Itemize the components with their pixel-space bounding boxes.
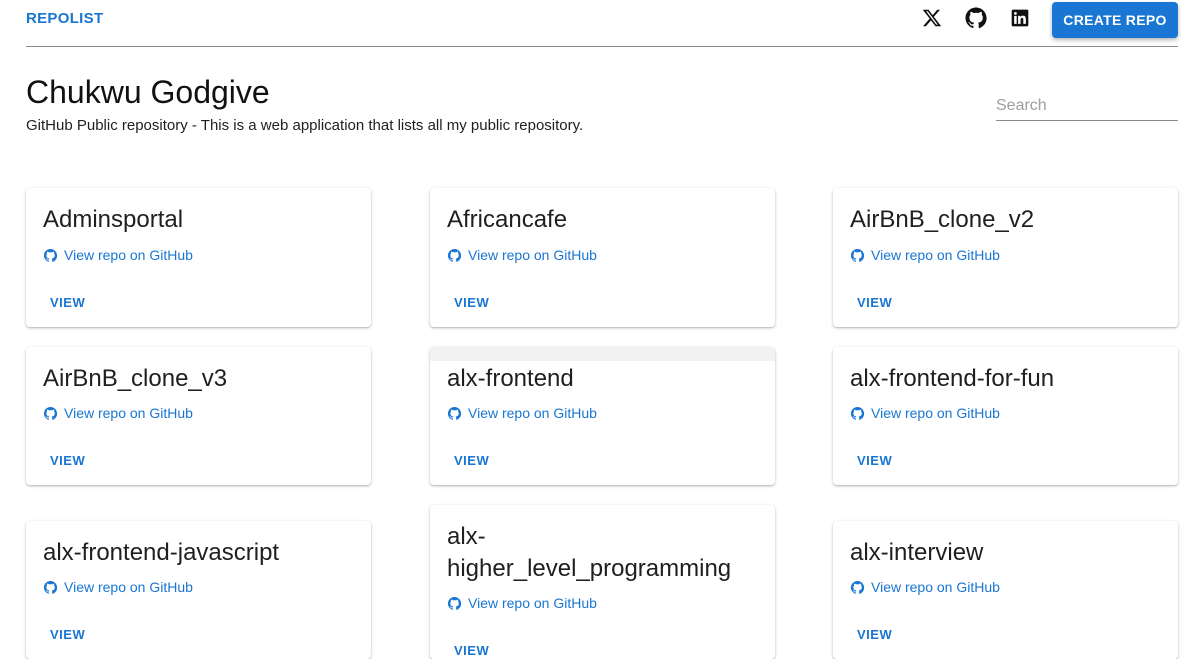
repo-card: alx-frontend View repo on GitHub VIEW bbox=[430, 347, 775, 485]
view-on-github-link[interactable]: View repo on GitHub bbox=[850, 579, 1000, 595]
search-input[interactable] bbox=[996, 94, 1178, 118]
repo-card: alx-frontend-for-fun View repo on GitHub… bbox=[833, 347, 1178, 485]
github-icon bbox=[43, 248, 58, 263]
github-icon bbox=[43, 580, 58, 595]
view-button[interactable]: VIEW bbox=[454, 643, 489, 658]
github-link-label: View repo on GitHub bbox=[871, 579, 1000, 595]
view-on-github-link[interactable]: View repo on GitHub bbox=[447, 405, 597, 421]
view-button[interactable]: VIEW bbox=[857, 627, 892, 642]
github-link-label: View repo on GitHub bbox=[871, 247, 1000, 263]
github-icon[interactable] bbox=[964, 6, 988, 30]
repo-title: alx-interview bbox=[850, 539, 984, 566]
view-button[interactable]: VIEW bbox=[50, 295, 85, 310]
repo-title: alx-frontend-for-fun bbox=[850, 365, 1055, 392]
view-on-github-link[interactable]: View repo on GitHub bbox=[43, 579, 193, 595]
repo-title: Adminsportal bbox=[43, 206, 184, 233]
repo-card: AirBnB_clone_v3 View repo on GitHub VIEW bbox=[26, 347, 371, 485]
github-link-label: View repo on GitHub bbox=[468, 595, 597, 611]
view-on-github-link[interactable]: View repo on GitHub bbox=[43, 247, 193, 263]
github-link-label: View repo on GitHub bbox=[64, 579, 193, 595]
top-navbar: REPOLIST CREATE REPO bbox=[26, 0, 1178, 47]
view-button[interactable]: VIEW bbox=[857, 295, 892, 310]
github-icon bbox=[850, 248, 865, 263]
github-icon bbox=[43, 406, 58, 421]
repo-card: alx-frontend-javascript View repo on Git… bbox=[26, 521, 371, 659]
repo-card: Adminsportal View repo on GitHub VIEW bbox=[26, 188, 371, 327]
repo-title: Africancafe bbox=[447, 206, 568, 233]
github-link-label: View repo on GitHub bbox=[468, 247, 597, 263]
repo-title: alx-frontend-javascript bbox=[43, 539, 280, 566]
view-button[interactable]: VIEW bbox=[857, 453, 892, 468]
view-on-github-link[interactable]: View repo on GitHub bbox=[447, 595, 597, 611]
github-link-label: View repo on GitHub bbox=[64, 405, 193, 421]
repo-card: AirBnB_clone_v2 View repo on GitHub VIEW bbox=[833, 188, 1178, 327]
view-on-github-link[interactable]: View repo on GitHub bbox=[447, 247, 597, 263]
github-link-label: View repo on GitHub bbox=[468, 405, 597, 421]
github-icon bbox=[447, 406, 462, 421]
page-subtitle: GitHub Public repository - This is a web… bbox=[26, 117, 584, 134]
view-button[interactable]: VIEW bbox=[454, 453, 489, 468]
view-on-github-link[interactable]: View repo on GitHub bbox=[850, 405, 1000, 421]
repo-card: alx- higher_level_programming View repo … bbox=[430, 505, 775, 659]
github-icon bbox=[850, 406, 865, 421]
github-icon bbox=[447, 248, 462, 263]
repo-title-line-1: alx- bbox=[447, 523, 486, 550]
github-icon bbox=[447, 596, 462, 611]
repo-title: alx-frontend bbox=[447, 365, 574, 392]
repo-title-line-2: higher_level_programming bbox=[447, 555, 732, 582]
page-title: Chukwu Godgive bbox=[26, 74, 270, 110]
repo-title: AirBnB_clone_v3 bbox=[43, 365, 228, 392]
view-on-github-link[interactable]: View repo on GitHub bbox=[850, 247, 1000, 263]
x-icon[interactable] bbox=[920, 6, 944, 30]
github-link-label: View repo on GitHub bbox=[64, 247, 193, 263]
create-repo-button[interactable]: CREATE REPO bbox=[1052, 2, 1178, 38]
repo-card: Africancafe View repo on GitHub VIEW bbox=[430, 188, 775, 327]
linkedin-icon[interactable] bbox=[1008, 6, 1032, 30]
github-icon bbox=[850, 580, 865, 595]
github-link-label: View repo on GitHub bbox=[871, 405, 1000, 421]
view-button[interactable]: VIEW bbox=[454, 295, 489, 310]
repo-card: alx-interview View repo on GitHub VIEW bbox=[833, 521, 1178, 659]
search-field bbox=[996, 94, 1178, 121]
card-loading-strip bbox=[430, 347, 775, 361]
view-button[interactable]: VIEW bbox=[50, 453, 85, 468]
view-button[interactable]: VIEW bbox=[50, 627, 85, 642]
brand-logo[interactable]: REPOLIST bbox=[26, 10, 103, 27]
repo-title: AirBnB_clone_v2 bbox=[850, 206, 1035, 233]
view-on-github-link[interactable]: View repo on GitHub bbox=[43, 405, 193, 421]
